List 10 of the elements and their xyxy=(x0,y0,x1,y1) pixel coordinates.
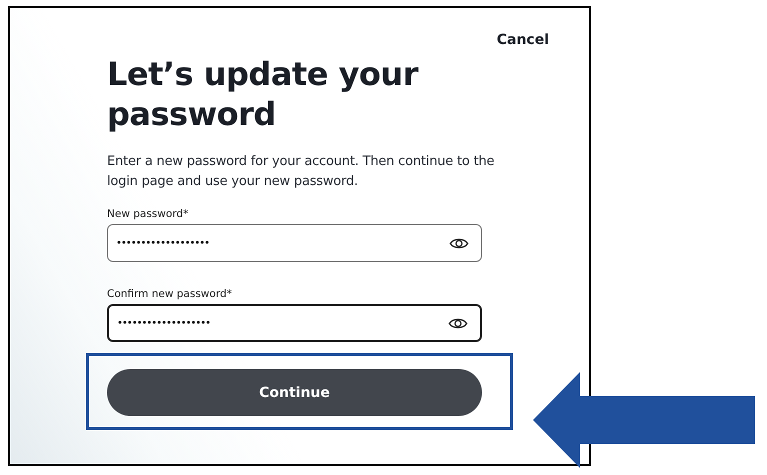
dialog-heading: Let’s update your password xyxy=(107,54,420,134)
description-text: Enter a new password for your account. Then continue to the login page and use your new password. xyxy=(107,153,496,191)
field-label: New password* xyxy=(107,208,190,220)
password-field[interactable]: ••••••••••••••••••• xyxy=(107,224,482,262)
eye-icon[interactable] xyxy=(449,236,469,250)
password-field[interactable]: ••••••••••••••••••• xyxy=(107,304,482,342)
cancel-link[interactable]: Cancel xyxy=(496,32,549,48)
eye-icon[interactable] xyxy=(448,316,468,330)
continue-button[interactable]: Continue xyxy=(107,369,482,416)
field-label: Confirm new password* xyxy=(107,288,233,300)
